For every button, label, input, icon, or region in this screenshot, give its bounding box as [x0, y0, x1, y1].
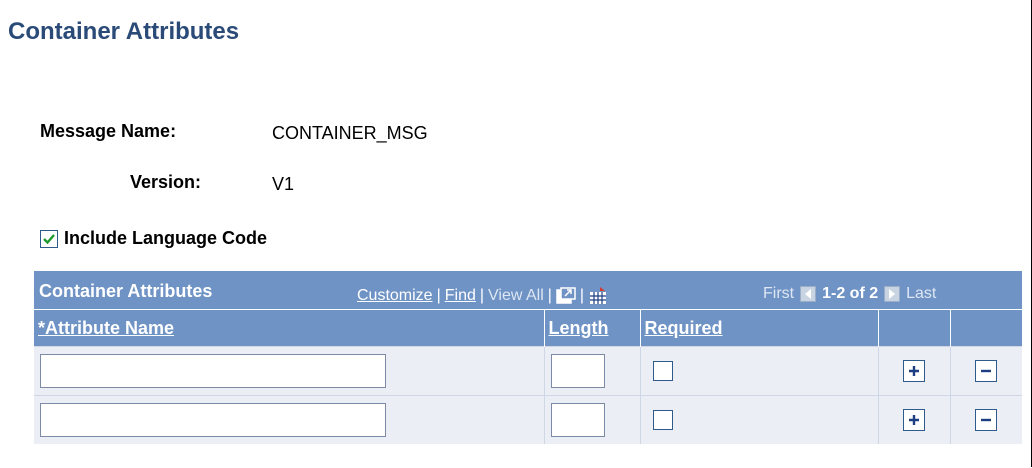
version-value: V1	[272, 174, 295, 194]
include-language-code-field: Include Language Code	[40, 228, 267, 249]
table-row	[34, 346, 1022, 396]
grid-title: Container Attributes	[39, 281, 213, 301]
customize-link[interactable]: Customize	[357, 287, 433, 305]
new-window-icon[interactable]	[556, 287, 576, 305]
add-row-icon[interactable]	[903, 408, 925, 431]
grid-download-icon[interactable]	[588, 286, 608, 306]
required-checkbox[interactable]	[652, 361, 673, 381]
column-header-required[interactable]: Required	[640, 309, 879, 347]
page-range: 1-2 of 2	[822, 285, 879, 302]
include-language-code-checkbox[interactable]	[40, 229, 58, 248]
version-label: Version:	[130, 172, 202, 192]
page-title: Container Attributes	[8, 18, 240, 45]
nav-right-arrow-icon	[884, 286, 901, 302]
grid-toolbar: Customize | Find | View All | |	[357, 286, 608, 306]
separator: |	[547, 287, 552, 304]
column-header-delete	[950, 309, 1022, 347]
message-name-value: CONTAINER_MSG	[272, 123, 428, 143]
separator: |	[436, 287, 441, 304]
include-language-code-label: Include Language Code	[64, 228, 268, 248]
check-icon	[43, 233, 55, 244]
length-input[interactable]	[550, 403, 605, 437]
last-link: Last	[906, 285, 937, 302]
separator: |	[479, 287, 485, 304]
attribute-name-input[interactable]	[40, 403, 386, 437]
nav-left-arrow-icon	[800, 286, 817, 302]
delete-row-icon[interactable]	[975, 408, 998, 431]
separator: |	[579, 287, 585, 304]
grid-pagination: First 1-2 of 2 Last	[763, 285, 936, 303]
message-name-label: Message Name:	[40, 121, 177, 141]
first-link: First	[763, 285, 795, 302]
attributes-table: *Attribute Name Length Required	[34, 309, 1022, 444]
table-header-row: *Attribute Name Length Required	[34, 309, 1022, 347]
attribute-name-input[interactable]	[40, 354, 386, 388]
length-input[interactable]	[550, 354, 605, 388]
grid-header-bar: Container Attributes Customize | Find | …	[34, 271, 1022, 309]
table-row	[34, 395, 1022, 444]
find-link[interactable]: Find	[445, 287, 476, 305]
column-header-attribute-name[interactable]: *Attribute Name	[34, 309, 545, 347]
column-header-add	[878, 309, 951, 347]
view-all-link: View All	[488, 287, 544, 304]
delete-row-icon[interactable]	[975, 359, 998, 382]
column-header-length[interactable]: Length	[544, 309, 641, 347]
container-attributes-grid: Container Attributes Customize | Find | …	[34, 271, 1022, 444]
add-row-icon[interactable]	[903, 359, 925, 382]
required-checkbox[interactable]	[652, 410, 673, 430]
